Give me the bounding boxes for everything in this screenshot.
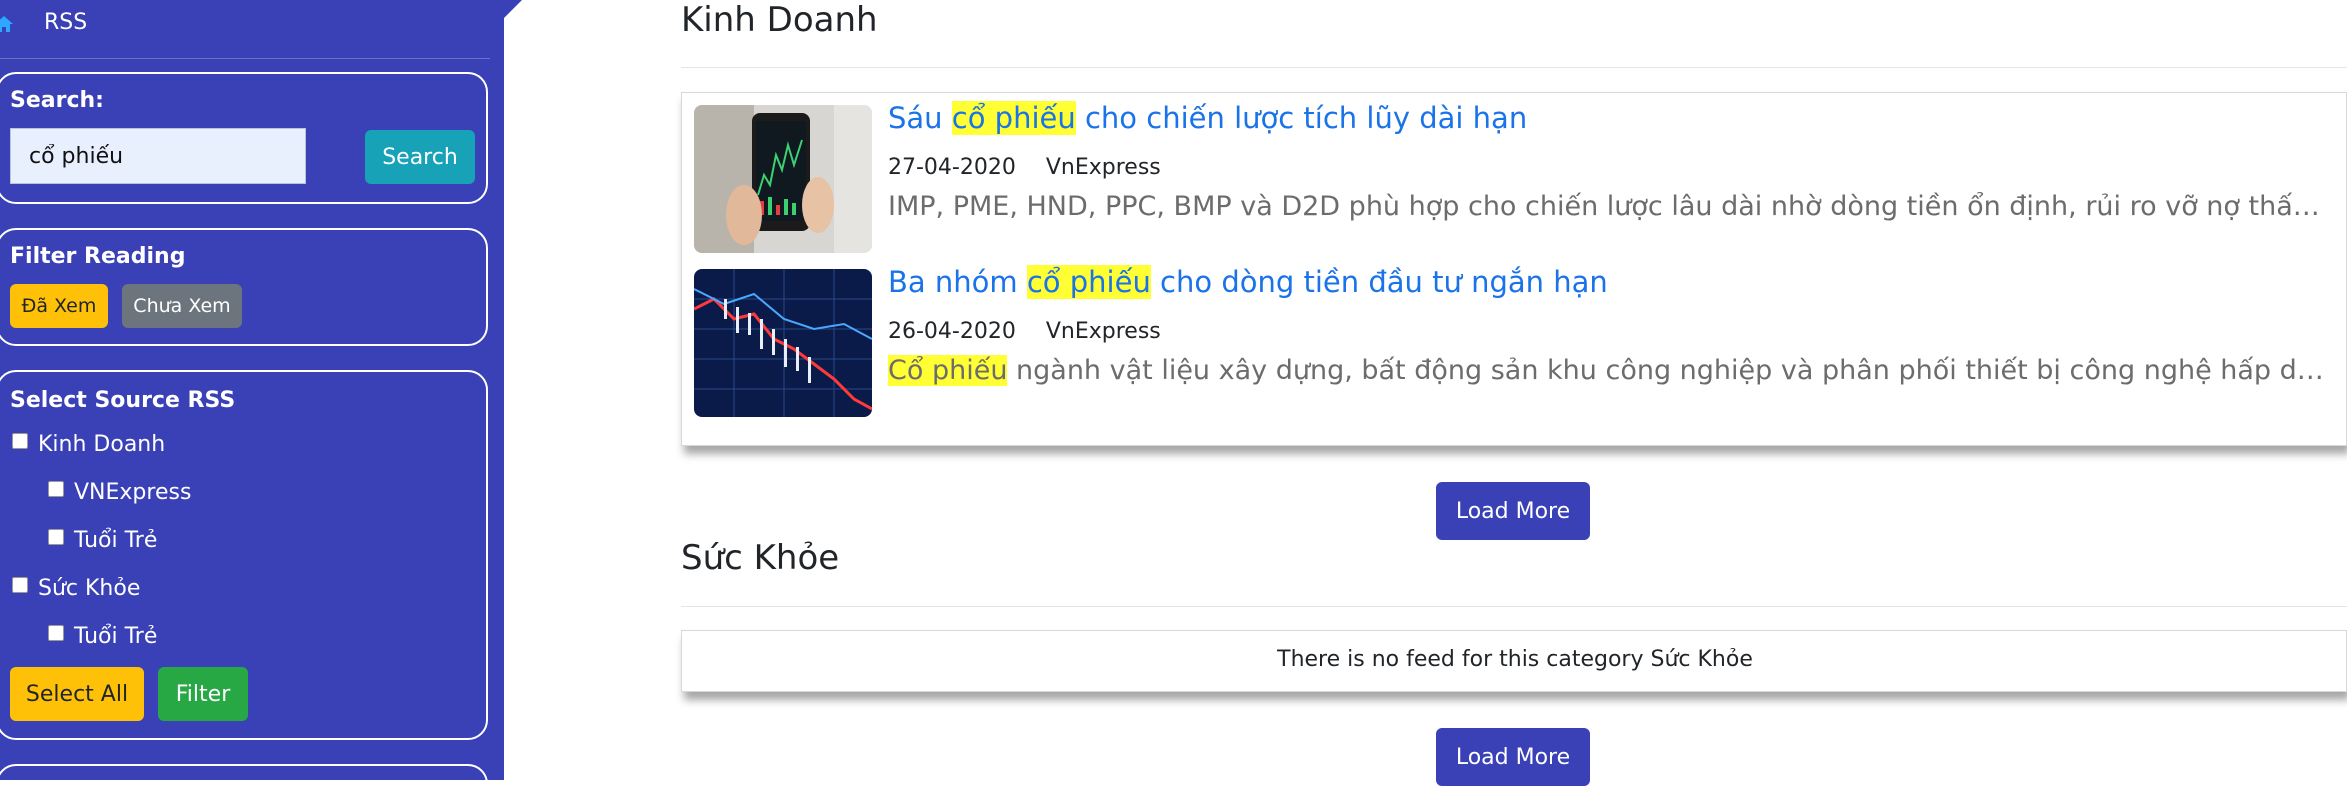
article-source: VnExpress [1045,155,1161,180]
divider [681,606,2347,607]
next-panel [0,764,488,780]
source-title: Select Source RSS [10,388,236,413]
source-item-tuoi-tre[interactable]: Tuổi Trẻ [48,528,157,553]
feed-list-suc-khoe: There is no feed for this category Sức K… [681,630,2347,692]
source-panel: Select Source RSS Kinh Doanh VNExpress T… [0,370,488,740]
empty-feed-message: There is no feed for this category Sức K… [1277,647,1753,672]
article-source: VnExpress [1045,319,1161,344]
select-all-button[interactable]: Select All [10,667,144,721]
checkbox[interactable] [48,480,64,497]
divider [681,67,2347,68]
search-button[interactable]: Search [365,130,475,184]
brand-title: RSS [44,10,88,35]
title-text: cho chiến lược tích lũy dài hạn [1075,101,1528,135]
feed-list-kinh-doanh: Sáu cổ phiếu cho chiến lược tích lũy dài… [681,92,2347,446]
section-title-kinh-doanh: Kinh Doanh [681,0,878,40]
desc-text: ngành vật liệu xây dựng, bất động sản kh… [1016,355,2332,386]
article-title-link[interactable]: Sáu cổ phiếu cho chiến lược tích lũy dài… [888,101,1527,135]
desc-highlight: Cổ phiếu [888,355,1008,386]
seen-button[interactable]: Đã Xem [10,284,108,328]
load-more-button-kinh-doanh[interactable]: Load More [1436,482,1590,540]
title-highlight: cổ phiếu [1026,265,1151,299]
sidebar: RSS Search: Search Filter Reading Đã Xem… [0,0,522,780]
section-title-suc-khoe: Sức Khỏe [681,538,840,578]
article-thumbnail[interactable] [694,269,872,417]
article-date: 26-04-2020 [888,319,1016,344]
stock-chart-image [694,269,872,417]
load-more-button-suc-khoe[interactable]: Load More [1436,728,1590,786]
brand[interactable]: RSS [0,0,490,59]
source-item-vnexpress[interactable]: VNExpress [48,480,191,505]
filter-button[interactable]: Filter [158,667,248,721]
source-item-suc-khoe[interactable]: Sức Khỏe [12,576,140,601]
article-date: 27-04-2020 [888,155,1016,180]
home-icon [0,16,13,32]
checkbox[interactable] [48,624,64,641]
article-thumbnail[interactable] [694,105,872,253]
search-label: Search: [10,88,104,113]
phone-chart-image [694,105,872,253]
article-meta: 27-04-2020 VnExpress [888,155,1161,180]
source-item-label: Kinh Doanh [38,432,166,457]
desc-text: IMP, PME, HND, PPC, BMP và D2D phù hợp c… [888,191,2332,222]
checkbox[interactable] [48,528,64,545]
title-text: cho dòng tiền đầu tư ngắn hạn [1150,265,1608,299]
checkbox[interactable] [12,432,28,449]
search-input[interactable] [10,128,306,184]
title-highlight: cổ phiếu [951,101,1076,135]
unseen-button[interactable]: Chưa Xem [122,284,242,328]
article-meta: 26-04-2020 VnExpress [888,319,1161,344]
title-text: Sáu [888,101,952,135]
source-item-tuoi-tre-2[interactable]: Tuổi Trẻ [48,624,157,649]
source-item-label: Tuổi Trẻ [74,528,158,553]
source-item-label: Tuổi Trẻ [74,624,158,649]
article-title-link[interactable]: Ba nhóm cổ phiếu cho dòng tiền đầu tư ng… [888,265,1608,299]
article-description: IMP, PME, HND, PPC, BMP và D2D phù hợp c… [888,191,2332,222]
source-item-kinh-doanh[interactable]: Kinh Doanh [12,432,165,457]
source-item-label: VNExpress [74,480,192,505]
article-description: Cổ phiếu ngành vật liệu xây dựng, bất độ… [888,355,2332,386]
source-item-label: Sức Khỏe [38,576,141,601]
title-text: Ba nhóm [888,265,1027,299]
search-panel: Search: Search [0,72,488,204]
filter-reading-title: Filter Reading [10,244,186,269]
filter-reading-panel: Filter Reading Đã Xem Chưa Xem [0,228,488,346]
checkbox[interactable] [12,576,28,593]
